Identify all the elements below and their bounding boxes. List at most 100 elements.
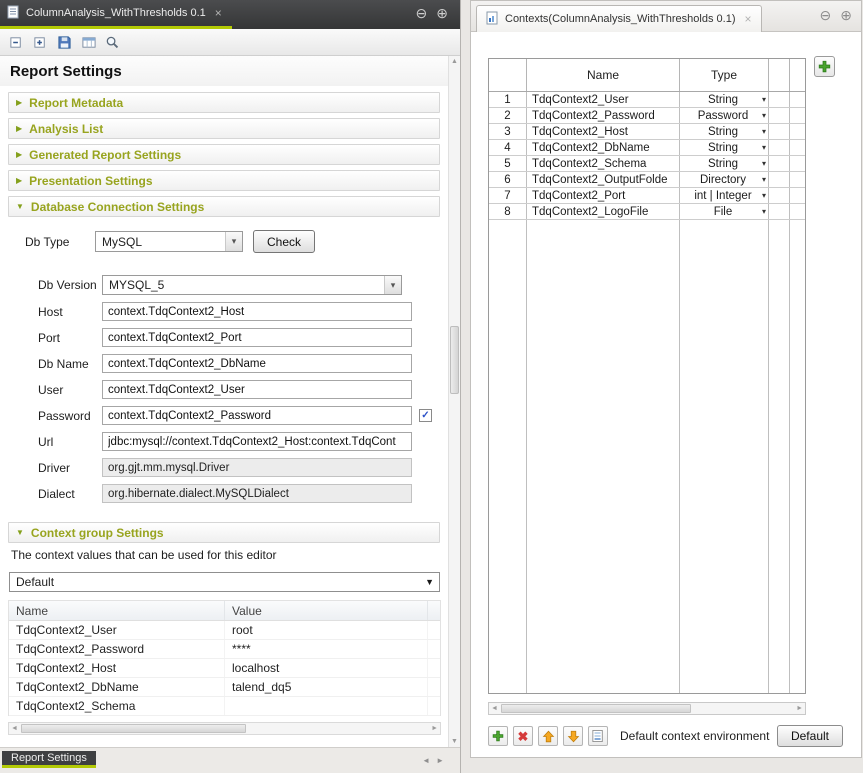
save-icon[interactable] [54,32,75,53]
minimize-icon[interactable]: ⊖ [416,6,428,20]
context-environment-select[interactable]: Default ▼ [9,572,440,592]
tab-scroll-arrows[interactable]: ◄► [422,756,450,765]
port-input[interactable] [102,328,412,347]
context-value-cell[interactable] [225,697,428,715]
context-type-cell[interactable]: Password▾ [680,108,769,123]
scrollbar-thumb[interactable] [501,704,691,713]
context-name-cell[interactable]: TdqContext2_Password [9,640,225,658]
user-input[interactable] [102,380,412,399]
default-environment-button[interactable]: Default [777,725,843,747]
context-name-cell[interactable]: TdqContext2_Password [527,108,680,123]
table-row[interactable]: 8 TdqContext2_LogoFile File▾ [489,204,805,220]
section-presentation-settings[interactable]: ▶ Presentation Settings [8,170,440,191]
context-type-cell[interactable]: Directory▾ [680,172,769,187]
db-type-select[interactable]: MySQL ▾ [95,231,243,252]
context-value-cell[interactable]: root [225,621,428,639]
context-type-cell[interactable]: File▾ [680,204,769,219]
table-row[interactable]: 4 TdqContext2_DbName String▾ [489,140,805,156]
table-row[interactable]: 2 TdqContext2_Password Password▾ [489,108,805,124]
scroll-up-icon[interactable]: ▲ [449,58,460,65]
scrollbar-thumb[interactable] [21,724,246,733]
scroll-right-icon[interactable]: ► [796,704,803,714]
maximize-icon[interactable]: ⊕ [840,8,852,22]
chevron-down-icon[interactable]: ▾ [762,95,766,104]
context-type-cell[interactable]: String▾ [680,124,769,139]
maximize-icon[interactable]: ⊕ [436,6,448,20]
table-row[interactable]: 5 TdqContext2_Schema String▾ [489,156,805,172]
table-row[interactable]: TdqContext2_Host localhost [9,659,440,678]
scroll-left-icon[interactable]: ◄ [11,724,18,734]
chevron-down-icon[interactable]: ▾ [762,207,766,216]
chevron-down-icon[interactable]: ▾ [762,111,766,120]
editor-tab[interactable]: ColumnAnalysis_WithThresholds 0.1 × [0,0,232,29]
section-database-connection-settings[interactable]: ▼ Database Connection Settings [8,196,440,217]
context-type-cell[interactable]: String▾ [680,156,769,171]
expand-all-icon[interactable] [30,32,51,53]
context-value-cell[interactable]: localhost [225,659,428,677]
add-context-button[interactable] [488,726,508,746]
move-up-button[interactable] [538,726,558,746]
host-input[interactable] [102,302,412,321]
table-row[interactable]: 3 TdqContext2_Host String▾ [489,124,805,140]
context-name-cell[interactable]: TdqContext2_LogoFile [527,204,680,219]
add-context-button[interactable] [814,56,835,77]
scroll-right-icon[interactable]: ► [431,724,438,734]
chevron-down-icon[interactable]: ▾ [384,276,401,294]
tab-contexts[interactable]: Contexts(ColumnAnalysis_WithThresholds 0… [476,5,762,32]
context-value-cell[interactable]: **** [225,640,428,658]
table-row[interactable]: 7 TdqContext2_Port int | Integer▾ [489,188,805,204]
context-name-cell[interactable]: TdqContext2_DbName [9,678,225,696]
password-input[interactable] [102,406,412,425]
name-column-header[interactable]: Name [9,601,225,620]
context-name-cell[interactable]: TdqContext2_Schema [9,697,225,715]
scroll-down-icon[interactable]: ▼ [449,738,460,745]
minimize-icon[interactable]: ⊖ [820,8,832,22]
section-generated-report-settings[interactable]: ▶ Generated Report Settings [8,144,440,165]
horizontal-scrollbar[interactable]: ◄ ► [8,722,441,735]
chevron-down-icon[interactable]: ▾ [762,127,766,136]
name-column-header[interactable]: Name [527,59,680,91]
section-analysis-list[interactable]: ▶ Analysis List [8,118,440,139]
close-icon[interactable]: × [215,7,222,19]
context-name-cell[interactable]: TdqContext2_Host [9,659,225,677]
chevron-down-icon[interactable]: ▾ [762,175,766,184]
url-input[interactable] [102,432,412,451]
db-name-input[interactable] [102,354,412,373]
chevron-down-icon[interactable]: ▾ [762,159,766,168]
table-row[interactable]: 6 TdqContext2_OutputFolde Directory▾ [489,172,805,188]
close-icon[interactable]: × [744,13,751,25]
scroll-left-icon[interactable]: ◄ [491,704,498,714]
check-button[interactable]: Check [253,230,315,253]
db-version-select[interactable]: MYSQL_5 ▾ [102,275,402,295]
chevron-down-icon[interactable]: ▼ [425,577,434,587]
section-report-metadata[interactable]: ▶ Report Metadata [8,92,440,113]
table-row[interactable]: 1 TdqContext2_User String▾ [489,92,805,108]
move-down-button[interactable] [563,726,583,746]
chevron-down-icon[interactable]: ▾ [762,143,766,152]
context-type-cell[interactable]: String▾ [680,140,769,155]
horizontal-scrollbar[interactable]: ◄ ► [488,702,806,715]
zoom-icon[interactable] [102,32,123,53]
context-name-cell[interactable]: TdqContext2_Port [527,188,680,203]
context-name-cell[interactable]: TdqContext2_Schema [527,156,680,171]
chevron-down-icon[interactable]: ▾ [225,232,242,251]
context-name-cell[interactable]: TdqContext2_OutputFolde [527,172,680,187]
remove-context-button[interactable]: ✖ [513,726,533,746]
context-name-cell[interactable]: TdqContext2_DbName [527,140,680,155]
context-type-cell[interactable]: int | Integer▾ [680,188,769,203]
context-name-cell[interactable]: TdqContext2_User [9,621,225,639]
vertical-scrollbar[interactable]: ▲ ▼ [448,56,460,747]
context-value-cell[interactable]: talend_dq5 [225,678,428,696]
table-row[interactable]: TdqContext2_Password **** [9,640,440,659]
context-name-cell[interactable]: TdqContext2_Host [527,124,680,139]
tab-report-settings[interactable]: Report Settings [2,751,96,768]
value-column-header[interactable]: Value [225,601,428,620]
scrollbar-thumb[interactable] [450,326,459,394]
chevron-down-icon[interactable]: ▾ [762,191,766,200]
context-type-cell[interactable]: String▾ [680,92,769,107]
section-context-group-settings[interactable]: ▼ Context group Settings [8,522,440,543]
layout-icon[interactable] [78,32,99,53]
collapse-all-icon[interactable] [6,32,27,53]
context-name-cell[interactable]: TdqContext2_User [527,92,680,107]
table-row[interactable]: TdqContext2_Schema [9,697,440,716]
